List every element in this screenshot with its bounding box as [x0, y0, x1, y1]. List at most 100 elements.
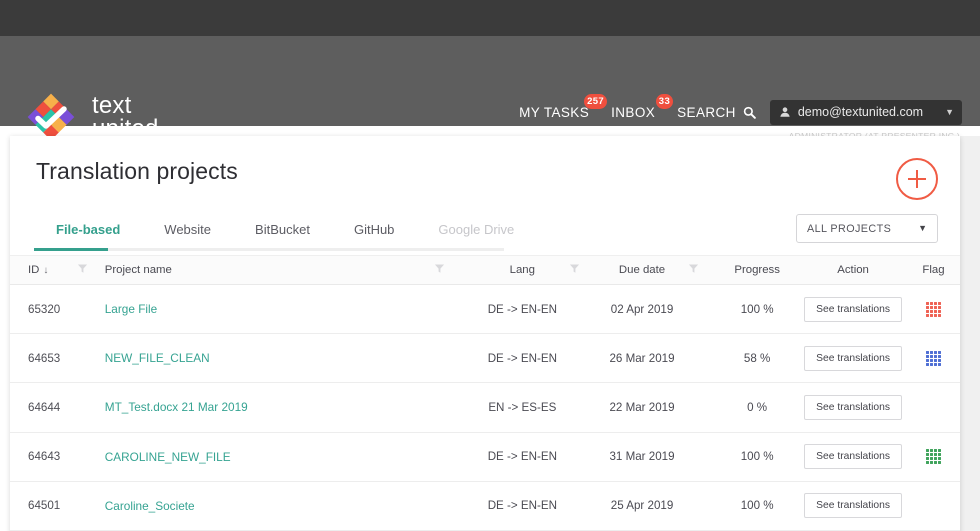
column-header-action-label: Action [837, 264, 869, 276]
funnel-filter-icon[interactable] [77, 263, 88, 277]
tabs-active-indicator [34, 248, 108, 251]
table-row[interactable]: 64501 Caroline_Societe DE -> EN-EN 25 Apr 2… [10, 481, 960, 531]
column-header-lang[interactable]: Lang [476, 264, 569, 276]
nav-search[interactable]: SEARCH [677, 105, 756, 120]
see-translations-button[interactable]: See translations [804, 296, 903, 322]
cell-due-date-text: 25 Apr 2019 [610, 499, 674, 513]
project-name-link[interactable]: NEW_FILE_CLEAN [105, 351, 210, 365]
cell-progress: 100 % [715, 303, 799, 316]
cell-flag [907, 301, 960, 317]
top-strip [0, 0, 980, 36]
app-page: text united MY TASKS 257 INBOX 33 SEARCH [0, 0, 980, 531]
cell-id-text: 64653 [28, 351, 61, 365]
cell-id-text: 64501 [28, 499, 61, 513]
cell-project-name: Caroline_Societe [105, 499, 434, 513]
header-nav: MY TASKS 257 INBOX 33 SEARCH demo@textun… [519, 93, 962, 125]
see-translations-button[interactable]: See translations [804, 444, 903, 470]
column-header-lang-label: Lang [509, 264, 535, 276]
column-header-flag-label: Flag [922, 264, 945, 276]
cell-action: See translations [799, 444, 907, 470]
filter-due-date[interactable] [688, 263, 715, 277]
funnel-filter-icon[interactable] [688, 263, 699, 277]
cell-due-date-text: 31 Mar 2019 [609, 450, 675, 464]
user-menu-button[interactable]: demo@textunited.com ▼ [769, 99, 962, 125]
table-row[interactable]: 64644 MT_Test.docx 21 Mar 2019 EN -> ES-ES… [10, 383, 960, 433]
page-title: Translation projects [36, 158, 238, 184]
chevron-down-icon: ▼ [945, 106, 954, 117]
cell-progress-text: 0 % [747, 400, 768, 414]
see-translations-button[interactable]: See translations [804, 394, 903, 420]
filter-lang[interactable] [569, 263, 596, 277]
table-body: 65320 Large File DE -> EN-EN 02 Apr 2019 100… [10, 285, 960, 531]
cell-lang-text: DE -> EN-EN [487, 499, 557, 513]
column-header-project-name[interactable]: Project name [105, 264, 434, 276]
tab-github[interactable]: GitHub [332, 222, 416, 248]
funnel-filter-icon[interactable] [434, 263, 445, 277]
column-header-due-date-label: Due date [618, 264, 666, 276]
search-icon[interactable] [743, 106, 756, 119]
nav-my-tasks-label: MY TASKS [519, 104, 590, 120]
nav-inbox-label: INBOX [611, 104, 656, 120]
cell-id-text: 64644 [28, 400, 61, 414]
filter-id[interactable] [77, 263, 104, 277]
column-header-due-date[interactable]: Due date [596, 264, 687, 276]
site-header: text united MY TASKS 257 INBOX 33 SEARCH [0, 36, 980, 141]
table-row[interactable]: 64643 CAROLINE_NEW_FILE DE -> EN-EN 31 Mar … [10, 432, 960, 482]
cell-id: 64643 [10, 450, 77, 463]
chevron-down-icon: ▼ [918, 223, 927, 233]
tab-file-based[interactable]: File-based [34, 222, 142, 248]
inbox-badge: 33 [655, 93, 674, 109]
flag-grid-icon[interactable] [925, 449, 941, 465]
column-header-progress-label: Progress [734, 264, 780, 276]
column-header-project-name-label: Project name [104, 264, 172, 276]
nav-search-label: SEARCH [677, 104, 736, 120]
tab-bitbucket[interactable]: BitBucket [233, 222, 332, 248]
tab-website[interactable]: Website [142, 222, 233, 248]
cell-progress: 0 % [715, 401, 799, 414]
table-row[interactable]: 64653 NEW_FILE_CLEAN DE -> EN-EN 26 Mar 201… [10, 334, 960, 384]
cell-due-date: 31 Mar 2019 [596, 450, 687, 463]
user-email: demo@textunited.com [797, 105, 924, 119]
cell-lang-text: DE -> EN-EN [487, 450, 557, 464]
see-translations-button[interactable]: See translations [804, 493, 903, 519]
project-name-link[interactable]: Large File [105, 302, 157, 316]
column-header-action: Action [799, 264, 907, 276]
cell-id-text: 64643 [28, 450, 61, 464]
flag-grid-icon[interactable] [925, 301, 941, 317]
column-header-id[interactable]: ID ↓ [10, 264, 77, 276]
cell-project-name: NEW_FILE_CLEAN [105, 351, 434, 365]
cell-due-date: 26 Mar 2019 [596, 352, 687, 365]
cell-project-name: Large File [105, 302, 434, 316]
cell-lang-text: DE -> EN-EN [487, 302, 557, 316]
cell-flag [907, 350, 960, 366]
projects-filter-select[interactable]: ALL PROJECTS ▼ [796, 214, 938, 243]
cell-action: See translations [799, 345, 907, 371]
cell-id: 65320 [10, 303, 77, 316]
cell-due-date-text: 26 Mar 2019 [609, 351, 675, 365]
user-icon [779, 106, 791, 118]
nav-inbox[interactable]: INBOX 33 [611, 93, 674, 120]
cell-due-date-text: 22 Mar 2019 [609, 400, 675, 414]
column-header-progress[interactable]: Progress [715, 264, 799, 276]
tab-google-drive[interactable]: Google Drive [416, 222, 536, 248]
add-project-button[interactable] [896, 158, 938, 200]
cell-id: 64501 [10, 499, 77, 512]
cell-progress-text: 100 % [740, 450, 774, 464]
table-row[interactable]: 65320 Large File DE -> EN-EN 02 Apr 2019 100… [10, 285, 960, 335]
project-type-tabs: File-based Website BitBucket GitHub Goog… [34, 212, 536, 248]
flag-grid-icon[interactable] [925, 350, 941, 366]
see-translations-button[interactable]: See translations [804, 345, 903, 371]
sort-descending-icon: ↓ [43, 264, 49, 276]
cell-lang: DE -> EN-EN [476, 352, 569, 365]
filter-project-name[interactable] [434, 263, 476, 277]
funnel-filter-icon[interactable] [569, 263, 580, 277]
cell-action: See translations [799, 394, 907, 420]
project-name-link[interactable]: MT_Test.docx 21 Mar 2019 [105, 400, 248, 414]
cell-lang-text: EN -> ES-ES [488, 400, 557, 414]
projects-table: ID ↓ Project name Lang Due date Progress… [10, 255, 960, 531]
project-name-link[interactable]: Caroline_Societe [105, 499, 195, 513]
nav-my-tasks[interactable]: MY TASKS 257 [519, 93, 608, 120]
project-name-link[interactable]: CAROLINE_NEW_FILE [105, 450, 231, 464]
page-right-edge [960, 136, 980, 531]
cell-lang: DE -> EN-EN [476, 303, 569, 316]
